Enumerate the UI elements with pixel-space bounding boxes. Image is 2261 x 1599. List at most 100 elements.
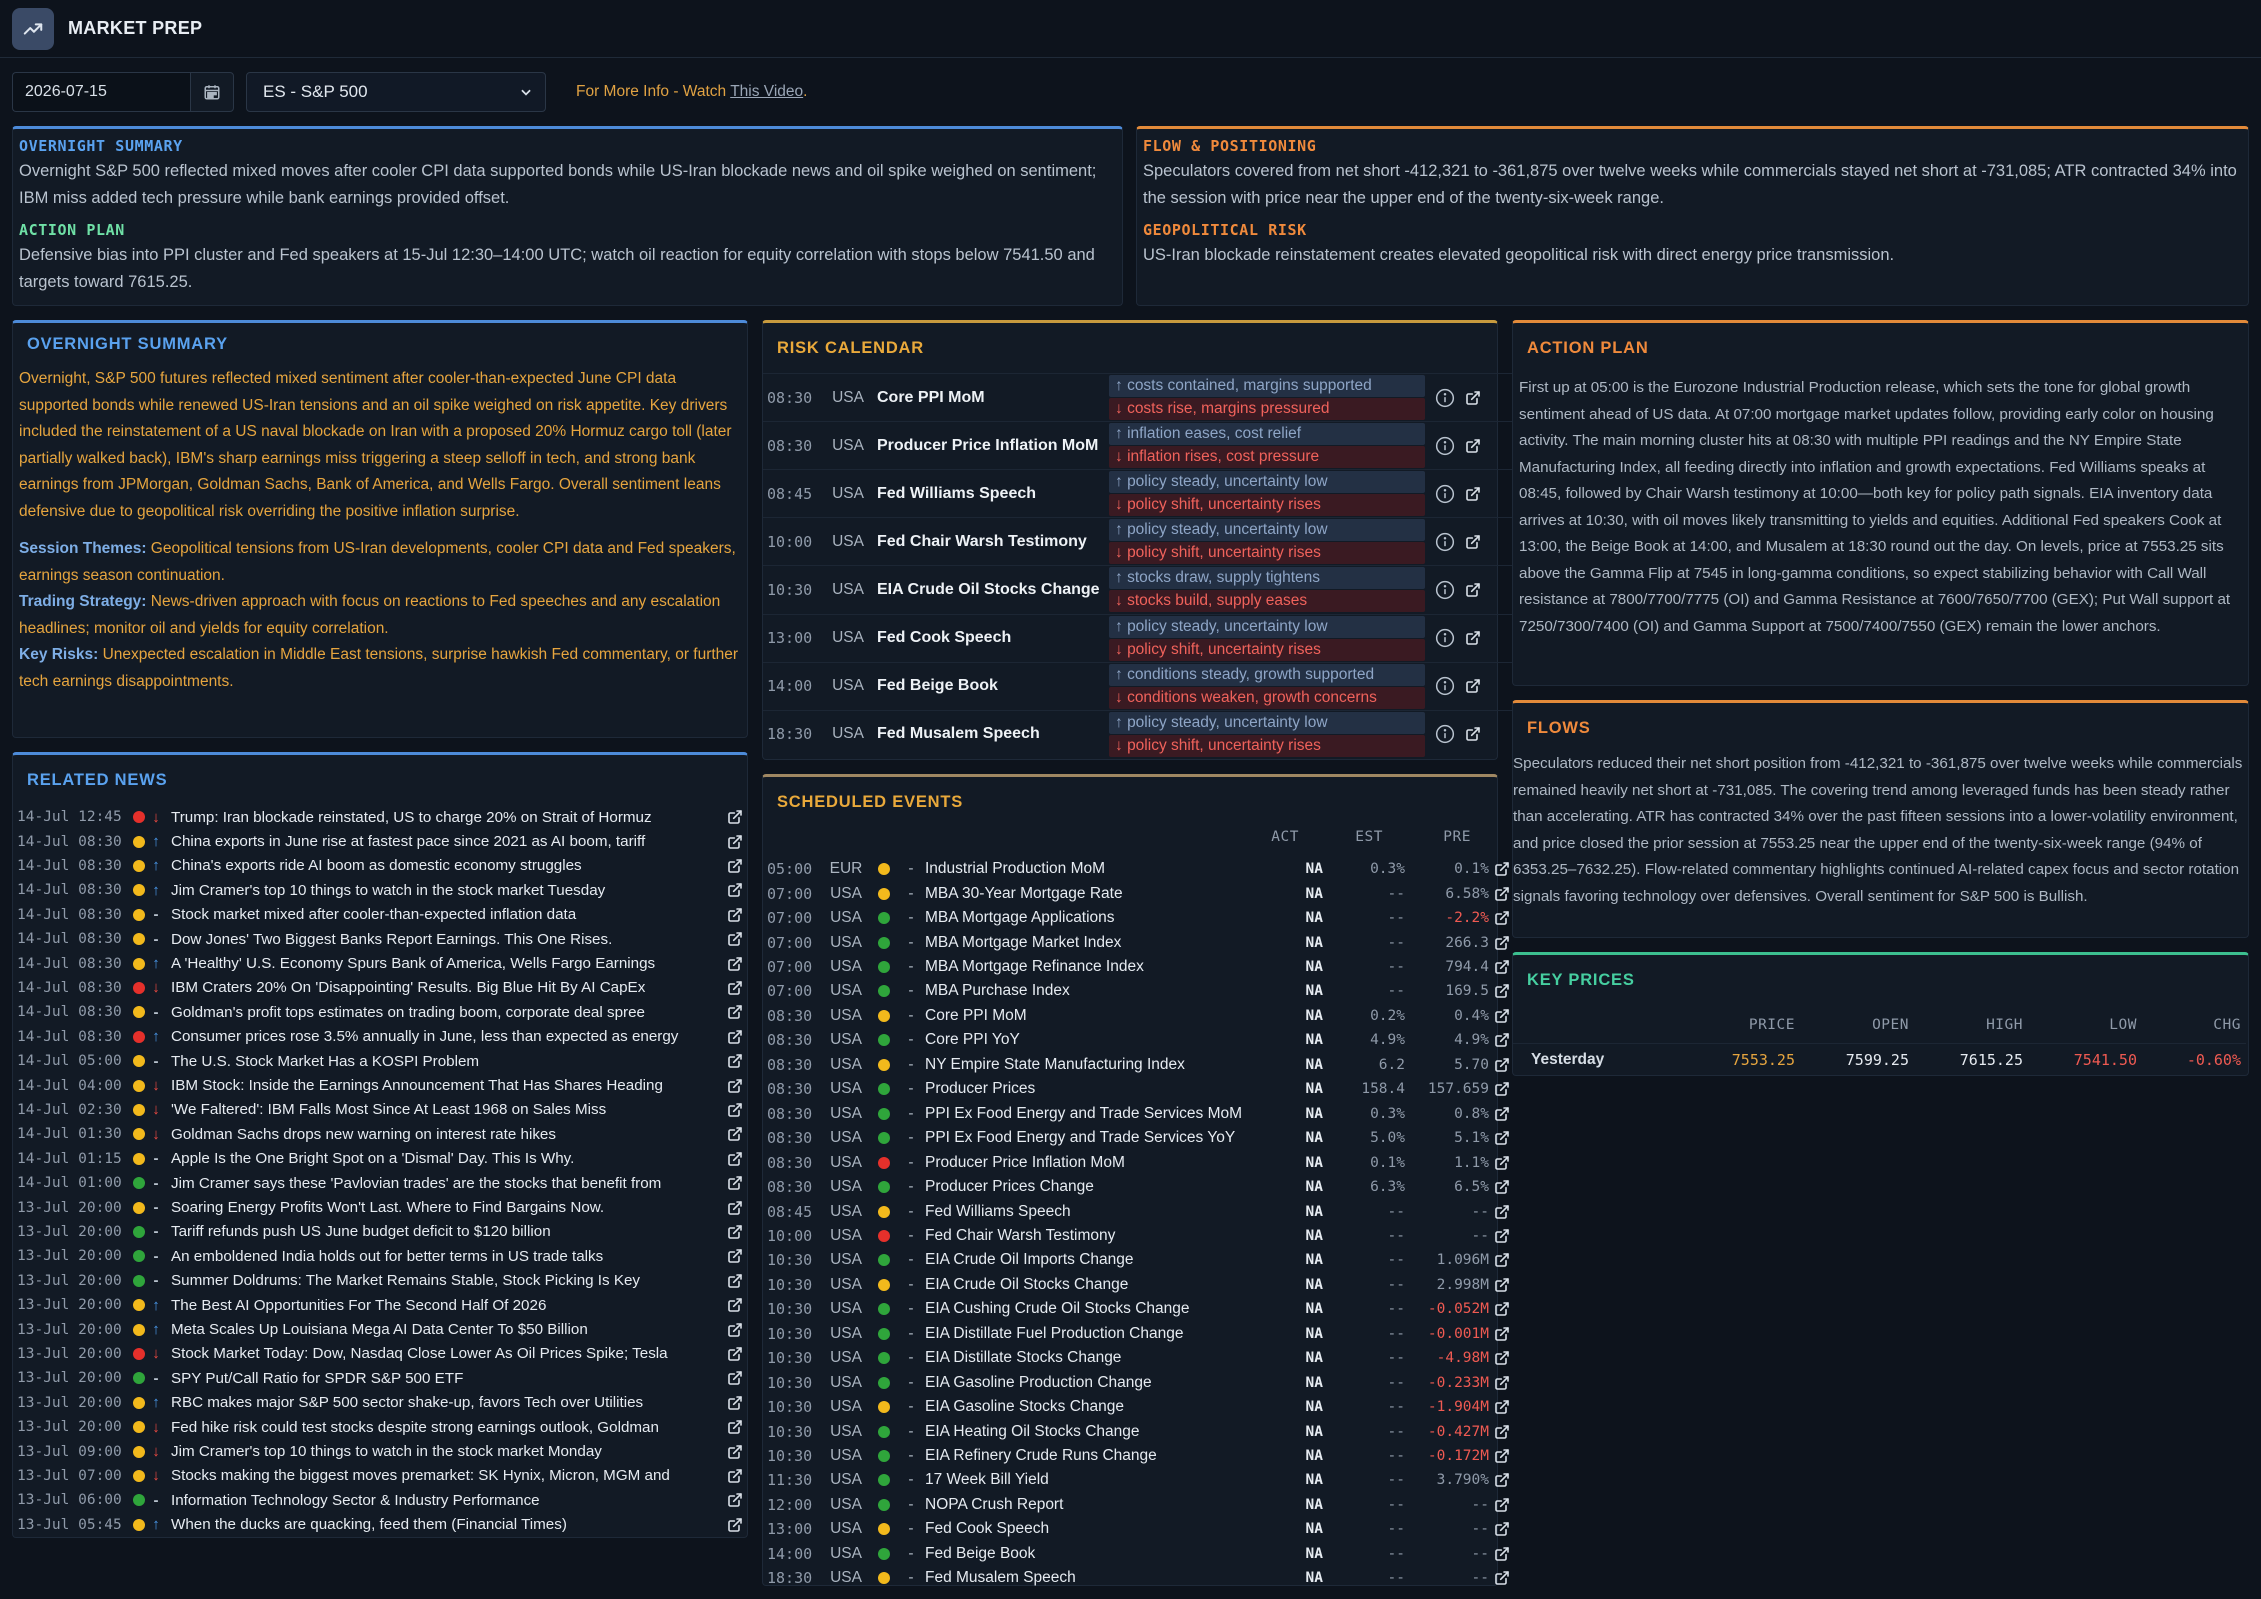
- news-headline[interactable]: When the ducks are quacking, feed them (…: [167, 1516, 721, 1533]
- external-link-icon[interactable]: [1489, 1472, 1515, 1488]
- news-headline[interactable]: Stocks making the biggest moves premarke…: [167, 1467, 721, 1484]
- news-headline[interactable]: SPY Put/Call Ratio for SPDR S&P 500 ETF: [167, 1370, 721, 1387]
- news-item[interactable]: 14-Jul 08:30 ↑ China exports in June rise …: [13, 829, 749, 853]
- external-link-icon[interactable]: [721, 1273, 749, 1289]
- external-link-icon[interactable]: [1489, 1546, 1515, 1562]
- news-item[interactable]: 13-Jul 20:00 ↓ Fed hike risk could test st…: [13, 1415, 749, 1439]
- news-item[interactable]: 14-Jul 08:30 ↑ A 'Healthy' U.S. Economy Sp…: [13, 951, 749, 975]
- external-link-icon[interactable]: [721, 1297, 749, 1313]
- external-link-icon[interactable]: [721, 834, 749, 850]
- external-link-icon[interactable]: [721, 858, 749, 874]
- external-link-icon[interactable]: [1489, 1277, 1515, 1293]
- external-link-icon[interactable]: [1489, 1252, 1515, 1268]
- news-headline[interactable]: China exports in June rise at fastest pa…: [167, 833, 721, 850]
- instrument-select[interactable]: ES - S&P 500: [246, 72, 546, 112]
- info-icon[interactable]: [1435, 580, 1455, 600]
- info-icon[interactable]: [1435, 388, 1455, 408]
- external-link-icon[interactable]: [1489, 935, 1515, 951]
- external-link-icon[interactable]: [1465, 390, 1481, 406]
- external-link-icon[interactable]: [721, 1248, 749, 1264]
- news-item[interactable]: 13-Jul 20:00 - An emboldened India holds o…: [13, 1244, 749, 1268]
- external-link-icon[interactable]: [721, 980, 749, 996]
- external-link-icon[interactable]: [1489, 1130, 1515, 1146]
- external-link-icon[interactable]: [721, 1444, 749, 1460]
- external-link-icon[interactable]: [1465, 486, 1481, 502]
- news-headline[interactable]: Fed hike risk could test stocks despite …: [167, 1419, 721, 1436]
- news-item[interactable]: 13-Jul 05:45 ↑ When the ducks are quacking…: [13, 1513, 749, 1537]
- external-link-icon[interactable]: [1489, 1521, 1515, 1537]
- news-headline[interactable]: The Best AI Opportunities For The Second…: [167, 1297, 721, 1314]
- news-item[interactable]: 14-Jul 08:30 ↓ IBM Craters 20% On 'Disappo…: [13, 976, 749, 1000]
- external-link-icon[interactable]: [1489, 1424, 1515, 1440]
- news-headline[interactable]: RBC makes major S&P 500 sector shake-up,…: [167, 1394, 721, 1411]
- external-link-icon[interactable]: [1489, 1228, 1515, 1244]
- external-link-icon[interactable]: [721, 809, 749, 825]
- news-item[interactable]: 14-Jul 08:30 - Stock market mixed after co…: [13, 903, 749, 927]
- external-link-icon[interactable]: [1489, 1326, 1515, 1342]
- external-link-icon[interactable]: [1465, 630, 1481, 646]
- external-link-icon[interactable]: [1465, 582, 1481, 598]
- news-item[interactable]: 14-Jul 05:00 - The U.S. Stock Market Has a…: [13, 1049, 749, 1073]
- news-headline[interactable]: Trump: Iran blockade reinstated, US to c…: [167, 809, 721, 826]
- external-link-icon[interactable]: [721, 1395, 749, 1411]
- news-item[interactable]: 13-Jul 07:00 ↓ Stocks making the biggest m…: [13, 1464, 749, 1488]
- info-icon[interactable]: [1435, 676, 1455, 696]
- news-headline[interactable]: Soaring Energy Profits Won't Last. Where…: [167, 1199, 721, 1216]
- external-link-icon[interactable]: [1489, 1179, 1515, 1195]
- news-headline[interactable]: IBM Stock: Inside the Earnings Announcem…: [167, 1077, 721, 1094]
- external-link-icon[interactable]: [721, 1029, 749, 1045]
- news-item[interactable]: 13-Jul 20:00 ↑ Meta Scales Up Louisiana Me…: [13, 1317, 749, 1341]
- external-link-icon[interactable]: [1465, 438, 1481, 454]
- external-link-icon[interactable]: [1489, 1350, 1515, 1366]
- external-link-icon[interactable]: [1489, 1204, 1515, 1220]
- external-link-icon[interactable]: [1465, 534, 1481, 550]
- news-headline[interactable]: The U.S. Stock Market Has a KOSPI Proble…: [167, 1053, 721, 1070]
- external-link-icon[interactable]: [721, 1175, 749, 1191]
- news-headline[interactable]: Meta Scales Up Louisiana Mega AI Data Ce…: [167, 1321, 721, 1338]
- date-input[interactable]: [12, 72, 190, 112]
- news-item[interactable]: 13-Jul 20:00 - Soaring Energy Profits Won'…: [13, 1195, 749, 1219]
- info-icon[interactable]: [1435, 484, 1455, 504]
- external-link-icon[interactable]: [721, 1468, 749, 1484]
- news-item[interactable]: 13-Jul 09:00 ↓ Jim Cramer's top 10 things …: [13, 1439, 749, 1463]
- external-link-icon[interactable]: [1489, 1301, 1515, 1317]
- news-item[interactable]: 14-Jul 08:30 - Goldman's profit tops estim…: [13, 1000, 749, 1024]
- news-headline[interactable]: Goldman Sachs drops new warning on inter…: [167, 1126, 721, 1143]
- news-headline[interactable]: IBM Craters 20% On 'Disappointing' Resul…: [167, 979, 721, 996]
- external-link-icon[interactable]: [721, 1224, 749, 1240]
- external-link-icon[interactable]: [721, 1004, 749, 1020]
- news-item[interactable]: 13-Jul 20:00 ↑ The Best AI Opportunities F…: [13, 1293, 749, 1317]
- external-link-icon[interactable]: [1489, 1375, 1515, 1391]
- news-headline[interactable]: A 'Healthy' U.S. Economy Spurs Bank of A…: [167, 955, 721, 972]
- news-item[interactable]: 13-Jul 20:00 - Summer Doldrums: The Market…: [13, 1269, 749, 1293]
- external-link-icon[interactable]: [721, 1492, 749, 1508]
- external-link-icon[interactable]: [721, 1102, 749, 1118]
- news-headline[interactable]: Information Technology Sector & Industry…: [167, 1492, 721, 1509]
- news-item[interactable]: 13-Jul 20:00 ↓ Stock Market Today: Dow, Na…: [13, 1342, 749, 1366]
- external-link-icon[interactable]: [721, 1126, 749, 1142]
- news-item[interactable]: 14-Jul 01:15 - Apple Is the One Bright Spo…: [13, 1147, 749, 1171]
- external-link-icon[interactable]: [1489, 1570, 1515, 1586]
- news-headline[interactable]: Jim Cramer says these 'Pavlovian trades'…: [167, 1175, 721, 1192]
- external-link-icon[interactable]: [721, 1419, 749, 1435]
- news-headline[interactable]: Jim Cramer's top 10 things to watch in t…: [167, 1443, 721, 1460]
- external-link-icon[interactable]: [721, 1322, 749, 1338]
- info-icon[interactable]: [1435, 532, 1455, 552]
- external-link-icon[interactable]: [721, 956, 749, 972]
- news-item[interactable]: 14-Jul 12:45 ↓ Trump: Iran blockade reinst…: [13, 805, 749, 829]
- news-item[interactable]: 14-Jul 08:30 ↑ Consumer prices rose 3.5% a…: [13, 1025, 749, 1049]
- external-link-icon[interactable]: [1489, 1106, 1515, 1122]
- external-link-icon[interactable]: [721, 1517, 749, 1533]
- external-link-icon[interactable]: [721, 1370, 749, 1386]
- external-link-icon[interactable]: [721, 882, 749, 898]
- external-link-icon[interactable]: [721, 1053, 749, 1069]
- news-headline[interactable]: Jim Cramer's top 10 things to watch in t…: [167, 882, 721, 899]
- external-link-icon[interactable]: [1465, 726, 1481, 742]
- info-icon[interactable]: [1435, 628, 1455, 648]
- news-item[interactable]: 14-Jul 08:30 - Dow Jones' Two Biggest Bank…: [13, 927, 749, 951]
- news-item[interactable]: 13-Jul 06:00 - Information Technology Sect…: [13, 1488, 749, 1512]
- news-headline[interactable]: Stock Market Today: Dow, Nasdaq Close Lo…: [167, 1345, 721, 1362]
- news-headline[interactable]: An emboldened India holds out for better…: [167, 1248, 721, 1265]
- external-link-icon[interactable]: [1465, 678, 1481, 694]
- news-item[interactable]: 14-Jul 01:00 - Jim Cramer says these 'Pavl…: [13, 1171, 749, 1195]
